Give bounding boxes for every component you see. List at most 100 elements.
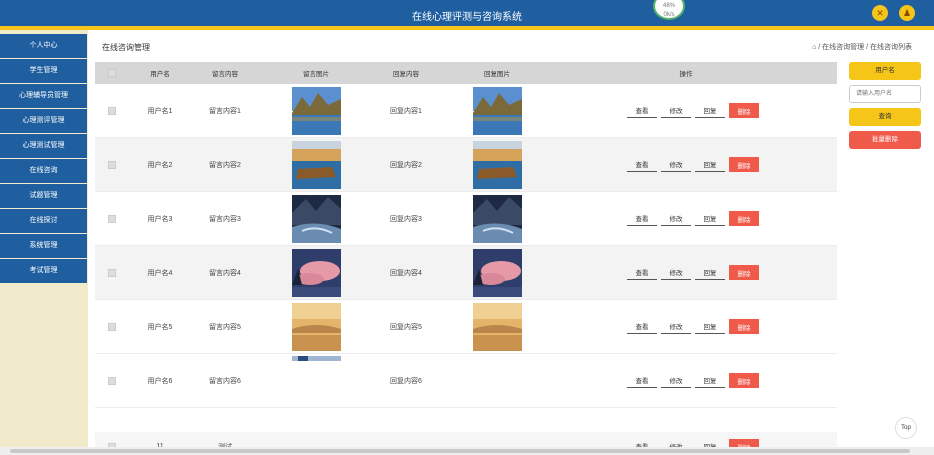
reply-button[interactable]: 回复: [695, 103, 725, 118]
view-button[interactable]: 查看: [627, 319, 657, 334]
message-image[interactable]: [291, 194, 341, 243]
row-checkbox[interactable]: [108, 106, 116, 115]
query-button[interactable]: 查询: [849, 108, 921, 126]
page-title: 在线咨询管理: [102, 43, 150, 52]
sidebar-item-counselors[interactable]: 心理辅导员管理: [0, 84, 87, 108]
message-image[interactable]: [291, 356, 341, 361]
reply-image[interactable]: [472, 140, 522, 189]
sidebar-item-online-consult[interactable]: 在线咨询: [0, 159, 87, 183]
cell-message: 留言内容4: [209, 269, 241, 277]
edit-button[interactable]: 修改: [661, 265, 691, 280]
row-checkbox[interactable]: [108, 268, 116, 277]
cell-reply: 回复内容3: [390, 215, 422, 223]
cell-message: 留言内容1: [209, 107, 241, 115]
sidebar-item-students[interactable]: 学生管理: [0, 59, 87, 83]
table-row: 用户名2 留言内容2 回复内容2 查看 修改 回复 删除: [95, 138, 837, 192]
reply-button[interactable]: 回复: [695, 319, 725, 334]
row-checkbox[interactable]: [108, 376, 116, 385]
edit-button[interactable]: 修改: [661, 211, 691, 226]
cell-message: 留言内容2: [209, 161, 241, 169]
delete-button[interactable]: 删除: [729, 373, 759, 388]
view-button[interactable]: 查看: [627, 373, 657, 388]
cell-reply: 回复内容1: [390, 107, 422, 115]
reply-button[interactable]: 回复: [695, 211, 725, 226]
edit-button[interactable]: 修改: [661, 373, 691, 388]
cell-reply: 回复内容6: [390, 377, 422, 385]
row-checkbox[interactable]: [108, 322, 116, 331]
sidebar-item-system[interactable]: 系统管理: [0, 234, 87, 258]
sidebar-item-questions[interactable]: 试题管理: [0, 184, 87, 208]
table-header: 用户名 留言内容 留言图片 回复内容 回复图片 操作: [95, 62, 837, 84]
settings-icon[interactable]: ✕: [872, 5, 888, 21]
reply-button[interactable]: 回复: [695, 265, 725, 280]
col-message-image: 留言图片: [303, 71, 329, 78]
select-all-checkbox[interactable]: [108, 69, 116, 77]
table-row: 用户名5 留言内容5 回复内容5 查看 修改 回复 删除: [95, 300, 837, 354]
batch-delete-button[interactable]: 批量删除: [849, 131, 921, 149]
cell-username: 用户名3: [147, 215, 173, 223]
horizontal-scrollbar[interactable]: [0, 447, 934, 455]
user-icon[interactable]: ♟: [899, 5, 915, 21]
cell-message: 留言内容6: [209, 377, 241, 385]
delete-button[interactable]: 删除: [729, 319, 759, 334]
search-panel: 用户名 查询 批量删除: [849, 62, 921, 154]
col-reply: 回复内容: [393, 71, 419, 78]
message-image[interactable]: [291, 302, 341, 351]
cell-username: 用户名2: [147, 161, 173, 169]
cell-username: 用户名6: [147, 377, 173, 385]
cell-username: 用户名1: [147, 107, 173, 115]
sidebar-item-assessment[interactable]: 心理测评管理: [0, 109, 87, 133]
table-row: 用户名1 留言内容1 回复内容1 查看 修改 回复 删除: [95, 84, 837, 138]
cell-message: 留言内容3: [209, 215, 241, 223]
username-search-input[interactable]: [849, 85, 921, 103]
message-image[interactable]: [291, 140, 341, 189]
view-button[interactable]: 查看: [627, 211, 657, 226]
sidebar-item-discussion[interactable]: 在线探讨: [0, 209, 87, 233]
message-image[interactable]: [291, 86, 341, 135]
cell-reply: 回复内容2: [390, 161, 422, 169]
sidebar-item-personal-center[interactable]: 个人中心: [0, 34, 87, 58]
cell-reply: 回复内容4: [390, 269, 422, 277]
table-row: 用户名3 留言内容3 回复内容3 查看 修改 回复 删除: [95, 192, 837, 246]
table-row: 用户名4 留言内容4 回复内容4 查看 修改 回复 删除: [95, 246, 837, 300]
edit-button[interactable]: 修改: [661, 319, 691, 334]
sidebar-item-tests[interactable]: 心理测试管理: [0, 134, 87, 158]
app-title: 在线心理评测与咨询系统: [412, 12, 522, 23]
delete-button[interactable]: 删除: [729, 265, 759, 280]
header-accent-line: [0, 26, 934, 30]
back-to-top-button[interactable]: Top: [895, 417, 917, 439]
delete-button[interactable]: 删除: [729, 103, 759, 118]
view-button[interactable]: 查看: [627, 157, 657, 172]
cell-reply: 回复内容5: [390, 323, 422, 331]
reply-image[interactable]: [472, 194, 522, 243]
view-button[interactable]: 查看: [627, 265, 657, 280]
cell-username: 用户名5: [147, 323, 173, 331]
breadcrumb[interactable]: ⌂ / 在线咨询管理 / 在线咨询列表: [812, 42, 912, 52]
row-checkbox[interactable]: [108, 160, 116, 169]
reply-image[interactable]: [472, 86, 522, 135]
view-button[interactable]: 查看: [627, 103, 657, 118]
scrollbar-thumb[interactable]: [10, 449, 910, 453]
consult-table: 用户名 留言内容 留言图片 回复内容 回复图片 操作 用户名1 留言内容1 回复…: [95, 62, 837, 455]
col-message: 留言内容: [212, 71, 238, 78]
edit-button[interactable]: 修改: [661, 103, 691, 118]
sidebar-item-exams[interactable]: 考试管理: [0, 259, 87, 283]
table-row: 用户名6 留言内容6 回复内容6 查看 修改 回复 删除: [95, 354, 837, 408]
reply-image[interactable]: [472, 302, 522, 351]
username-label: 用户名: [849, 62, 921, 80]
reply-button[interactable]: 回复: [695, 157, 725, 172]
network-gauge: 48% 0k/s: [653, 0, 685, 20]
reply-image[interactable]: [472, 248, 522, 297]
sidebar: 个人中心 学生管理 心理辅导员管理 心理测评管理 心理测试管理 在线咨询 试题管…: [0, 30, 88, 455]
delete-button[interactable]: 删除: [729, 211, 759, 226]
cell-message: 留言内容5: [209, 323, 241, 331]
edit-button[interactable]: 修改: [661, 157, 691, 172]
col-username: 用户名: [150, 71, 170, 78]
message-image[interactable]: [291, 248, 341, 297]
col-actions: 操作: [679, 71, 693, 78]
delete-button[interactable]: 删除: [729, 157, 759, 172]
cell-username: 用户名4: [147, 269, 173, 277]
row-checkbox[interactable]: [108, 214, 116, 223]
col-reply-image: 回复图片: [484, 71, 510, 78]
reply-button[interactable]: 回复: [695, 373, 725, 388]
